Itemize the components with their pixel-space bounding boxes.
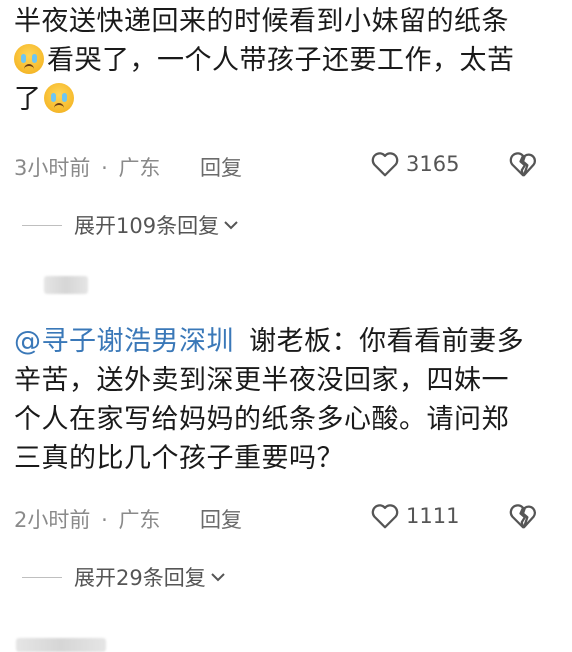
separator-dot: · [101,156,108,180]
loudly-crying-face-icon [14,44,44,74]
comment-location: 广东 [118,156,161,180]
blurred-username [44,276,88,294]
like-button[interactable]: 3165 [370,150,459,178]
comment-1-line-3: 了 [14,80,515,119]
comment-time: 2小时前 [14,508,91,532]
chevron-down-icon [211,573,225,582]
comment-2-text: @寻子谢浩男深圳 谢老板：你看看前妻多 辛苦，送外卖到深更半夜没回家，四妹一 个… [14,322,524,478]
comment-2-meta: 2小时前 · 广东 [14,504,160,534]
loudly-crying-face-icon [43,83,74,113]
heart-outline-icon [371,152,399,177]
like-count: 1111 [406,504,460,528]
comment-2-line-3: 个人在家写给妈妈的纸条多心酸。请问郑 [14,404,509,435]
comment-1-meta: 3小时前 · 广东 [14,152,160,182]
expand-replies-label: 展开29条回复 [74,566,206,590]
reply-button[interactable]: 回复 [200,504,242,534]
comment-2-line-2: 辛苦，送外卖到深更半夜没回家，四妹一 [14,365,509,396]
dislike-button[interactable] [508,150,538,182]
comment-2-line-4: 三真的比几个孩子重要吗？ [14,443,344,474]
cut-off-text [16,638,106,652]
heart-outline-icon [371,504,399,529]
chevron-down-icon [224,221,238,230]
comment-time: 3小时前 [14,156,91,180]
comment-1-text: 半夜送快递回来的时候看到小妹留的纸条 看哭了，一个人带孩子还要工作，太苦 了 [14,2,515,119]
expand-replies-button[interactable]: 展开109条回复 [22,210,239,240]
divider-line [22,224,62,226]
broken-heart-icon [509,504,536,529]
divider-line [22,576,62,578]
broken-heart-icon [509,152,536,177]
like-button[interactable]: 1111 [370,502,459,530]
comment-location: 广东 [118,508,161,532]
expand-replies-label: 展开109条回复 [74,214,220,238]
dislike-button[interactable] [508,502,538,534]
mention-link[interactable]: @寻子谢浩男深圳 [14,326,234,357]
comment-1-line-2: 看哭了，一个人带孩子还要工作，太苦 [14,41,515,80]
separator-dot: · [101,508,108,532]
comment-1-line-1: 半夜送快递回来的时候看到小妹留的纸条 [14,6,509,37]
reply-button[interactable]: 回复 [200,152,242,182]
expand-replies-button[interactable]: 展开29条回复 [22,562,226,592]
like-count: 3165 [406,152,460,176]
comment-2-line-1: @寻子谢浩男深圳 谢老板：你看看前妻多 [14,326,525,357]
